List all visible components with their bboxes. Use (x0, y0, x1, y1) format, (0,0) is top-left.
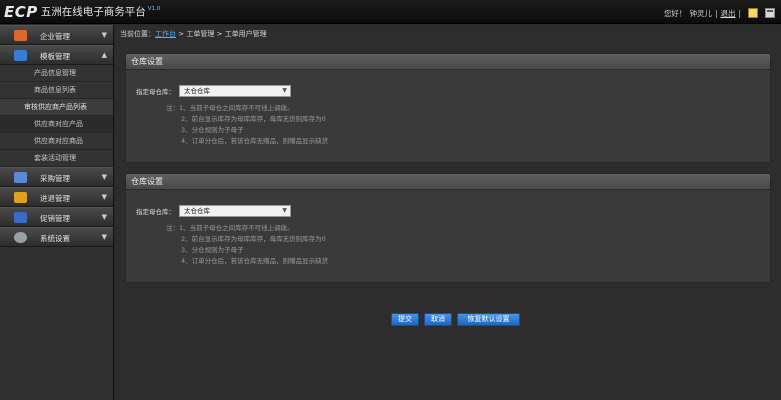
breadcrumb-prefix: 当前位置： (120, 30, 155, 38)
warehouse-select[interactable]: 太仓仓库 ▼ (179, 85, 291, 97)
sidebar-group-settings[interactable]: 系统设置 ▼ (0, 227, 113, 247)
purchase-icon (14, 172, 27, 183)
building-icon (14, 30, 27, 41)
chevron-down-icon: ▼ (282, 207, 287, 214)
logo-ecp: ECP (4, 3, 38, 21)
sidebar-group-transfer[interactable]: 进退管理 ▼ (0, 187, 113, 207)
sidebar-group-label: 企业管理 (40, 32, 70, 41)
note-line: 4、订单分仓后，若该仓库无赠品，则赠品显示缺货 (181, 257, 329, 265)
warehouse-row: 指定母仓库： 太仓仓库 ▼ (136, 205, 291, 217)
breadcrumb: 当前位置：工作台 > 工单管理 > 工单用户管理 (120, 29, 267, 39)
note-line: 注：1、当前子母仓之间库存不可线上调拨。 (166, 104, 294, 112)
sidebar-item-supplier-goods[interactable]: 供应商对应商品 (0, 133, 113, 150)
greeting: 您好！ (663, 8, 687, 18)
sidebar-item-bundle[interactable]: 套装活动管理 (0, 150, 113, 167)
promotion-icon (14, 212, 27, 223)
breadcrumb-sep: > (178, 30, 185, 38)
chevron-down-icon: ▼ (101, 213, 107, 221)
chevron-down-icon: ▼ (101, 173, 107, 181)
panel-title: 仓库设置 (126, 174, 770, 190)
breadcrumb-level2: 工单管理 (186, 30, 215, 38)
template-icon (14, 50, 27, 61)
warehouse-select-value: 太仓仓库 (184, 207, 210, 215)
app-title: 五洲在线电子商务平台 (40, 6, 146, 18)
chevron-down-icon: ▼ (101, 31, 107, 39)
chevron-down-icon: ▼ (101, 233, 107, 241)
top-header: ECP 五洲在线电子商务平台 V1.0 您好！ 钟灵儿 | 退出 | (0, 0, 781, 24)
chevron-down-icon: ▼ (282, 87, 287, 94)
breadcrumb-sep: > (216, 30, 223, 38)
sidebar-item-supplier-product[interactable]: 供应商对应产品 (0, 116, 113, 133)
home-icon[interactable] (748, 8, 758, 18)
chevron-up-icon: ▲ (101, 51, 107, 59)
warehouse-row: 指定母仓库： 太仓仓库 ▼ (136, 85, 291, 97)
notes: 注：1、当前子母仓之间库存不可线上调拨。 2、前台显示库存为母库库存，母库无货则… (166, 223, 328, 267)
submit-button[interactable]: 提交 (391, 313, 419, 326)
sidebar-group-label: 系统设置 (40, 234, 70, 243)
separator: | (714, 8, 718, 18)
sidebar-group-enterprise[interactable]: 企业管理 ▼ (0, 25, 113, 45)
note-line: 4、订单分仓后，若该仓库无赠品，则赠品显示缺货 (181, 137, 329, 145)
chevron-down-icon: ▼ (101, 193, 107, 201)
settings-gear-icon (14, 232, 27, 243)
transfer-icon (14, 192, 27, 203)
sidebar-group-purchase[interactable]: 采购管理 ▼ (0, 167, 113, 187)
notes: 注：1、当前子母仓之间库存不可线上调拨。 2、前台显示库存为母库库存，母库无货则… (166, 103, 328, 147)
cancel-button[interactable]: 取消 (424, 313, 452, 326)
warehouse-select-value: 太仓仓库 (184, 87, 210, 95)
note-line: 3、分仓规则为子母子 (181, 246, 244, 254)
note-line: 注：1、当前子母仓之间库存不可线上调拨。 (166, 224, 294, 232)
user-area: 您好！ 钟灵儿 | 退出 | (664, 7, 775, 19)
warehouse-label: 指定母仓库： (136, 88, 175, 96)
sidebar-group-template[interactable]: 模板管理 ▲ (0, 45, 113, 65)
note-line: 3、分仓规则为子母子 (181, 126, 244, 134)
sidebar-group-label: 模板管理 (40, 52, 70, 61)
sidebar-item-audit-supplier[interactable]: 审核供应商产品列表 (0, 99, 113, 116)
note-line: 2、前台显示库存为母库库存，母库无货则库存为0 (181, 235, 326, 243)
main-content: 当前位置：工作台 > 工单管理 > 工单用户管理 仓库设置 指定母仓库： 太仓仓… (115, 25, 781, 400)
restore-default-button[interactable]: 恢复默认设置 (457, 313, 520, 326)
panel-title: 仓库设置 (126, 54, 770, 70)
sidebar-group-label: 采购管理 (40, 174, 70, 183)
breadcrumb-level3: 工单用户管理 (224, 30, 267, 38)
warehouse-panel-2: 仓库设置 指定母仓库： 太仓仓库 ▼ 注：1、当前子母仓之间库存不可线上调拨。 … (125, 173, 771, 283)
warehouse-select[interactable]: 太仓仓库 ▼ (179, 205, 291, 217)
username: 钟灵儿 (689, 8, 712, 18)
sidebar: 企业管理 ▼ 模板管理 ▲ 产品信息管理 商品信息列表 审核供应商产品列表 供应… (0, 25, 114, 400)
note-line: 2、前台显示库存为母库库存，母库无货则库存为0 (181, 115, 326, 123)
app-logo[interactable]: ECP 五洲在线电子商务平台 V1.0 (4, 3, 160, 21)
warehouse-label: 指定母仓库： (136, 208, 175, 216)
logout-link[interactable]: 退出 (720, 8, 735, 19)
sidebar-group-label: 进退管理 (40, 194, 70, 203)
app-version: V1.0 (147, 6, 161, 12)
sidebar-group-promotion[interactable]: 促销管理 ▼ (0, 207, 113, 227)
sidebar-item-goods-list[interactable]: 商品信息列表 (0, 82, 113, 99)
breadcrumb-home-link[interactable]: 工作台 (155, 30, 176, 38)
sidebar-group-label: 促销管理 (40, 214, 70, 223)
sidebar-item-product-info[interactable]: 产品信息管理 (0, 65, 113, 82)
window-icon[interactable] (765, 8, 775, 18)
warehouse-panel-1: 仓库设置 指定母仓库： 太仓仓库 ▼ 注：1、当前子母仓之间库存不可线上调拨。 … (125, 53, 771, 163)
separator-2: | (738, 8, 741, 18)
